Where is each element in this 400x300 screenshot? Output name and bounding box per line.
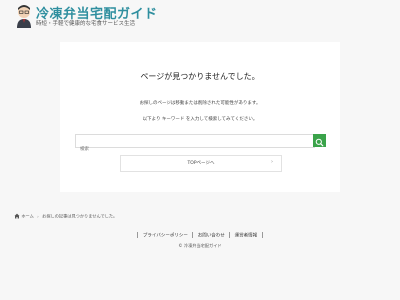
not-found-card: ページが見つかりませんでした。 お探しのページは移動または削除された可能性があり… — [60, 42, 340, 192]
footer-divider — [261, 232, 263, 238]
copyright: © 冷凍弁当宅配ガイド — [178, 243, 222, 248]
footer-divider — [137, 232, 139, 238]
footer-divider — [192, 232, 194, 238]
site-header: 冷凍弁当宅配ガイド 時短・手軽で健康的な宅食サービス生活 — [0, 0, 400, 34]
footer-divider — [229, 232, 231, 238]
breadcrumb-home-link[interactable]: ホーム — [21, 214, 33, 219]
search-icon — [315, 138, 324, 147]
footer-links: プライバシーポリシー お問い合わせ 運営者情報 — [0, 232, 400, 239]
not-found-instruction: 以下より キーワード を入力して検索してみてください。 — [142, 117, 258, 122]
search-button[interactable] — [313, 134, 326, 147]
search-field[interactable] — [75, 134, 315, 156]
site-tagline: 時短・手軽で健康的な宅食サービス生活 — [36, 21, 136, 27]
chevron-right-icon: › — [271, 159, 273, 165]
search-input[interactable] — [76, 143, 314, 156]
breadcrumb-separator: › — [37, 213, 39, 219]
avatar-logo-icon[interactable] — [14, 4, 34, 28]
footer-link-operator[interactable]: 運営者情報 — [235, 234, 258, 239]
top-page-button-label: TOPページへ — [187, 161, 215, 166]
not-found-message: お探しのページは移動または削除された可能性があります。 — [139, 101, 261, 106]
footer-link-contact[interactable]: お問い合わせ — [198, 234, 225, 239]
not-found-title: ページが見つかりませんでした。 — [140, 72, 260, 81]
home-icon — [14, 213, 20, 220]
top-page-button[interactable]: TOPページへ › — [120, 155, 282, 172]
breadcrumb-current: お探しの記事は見つかりませんでした。 — [42, 213, 118, 219]
breadcrumb: ホーム › お探しの記事は見つかりませんでした。 — [14, 213, 117, 221]
footer-link-privacy[interactable]: プライバシーポリシー — [143, 234, 188, 239]
